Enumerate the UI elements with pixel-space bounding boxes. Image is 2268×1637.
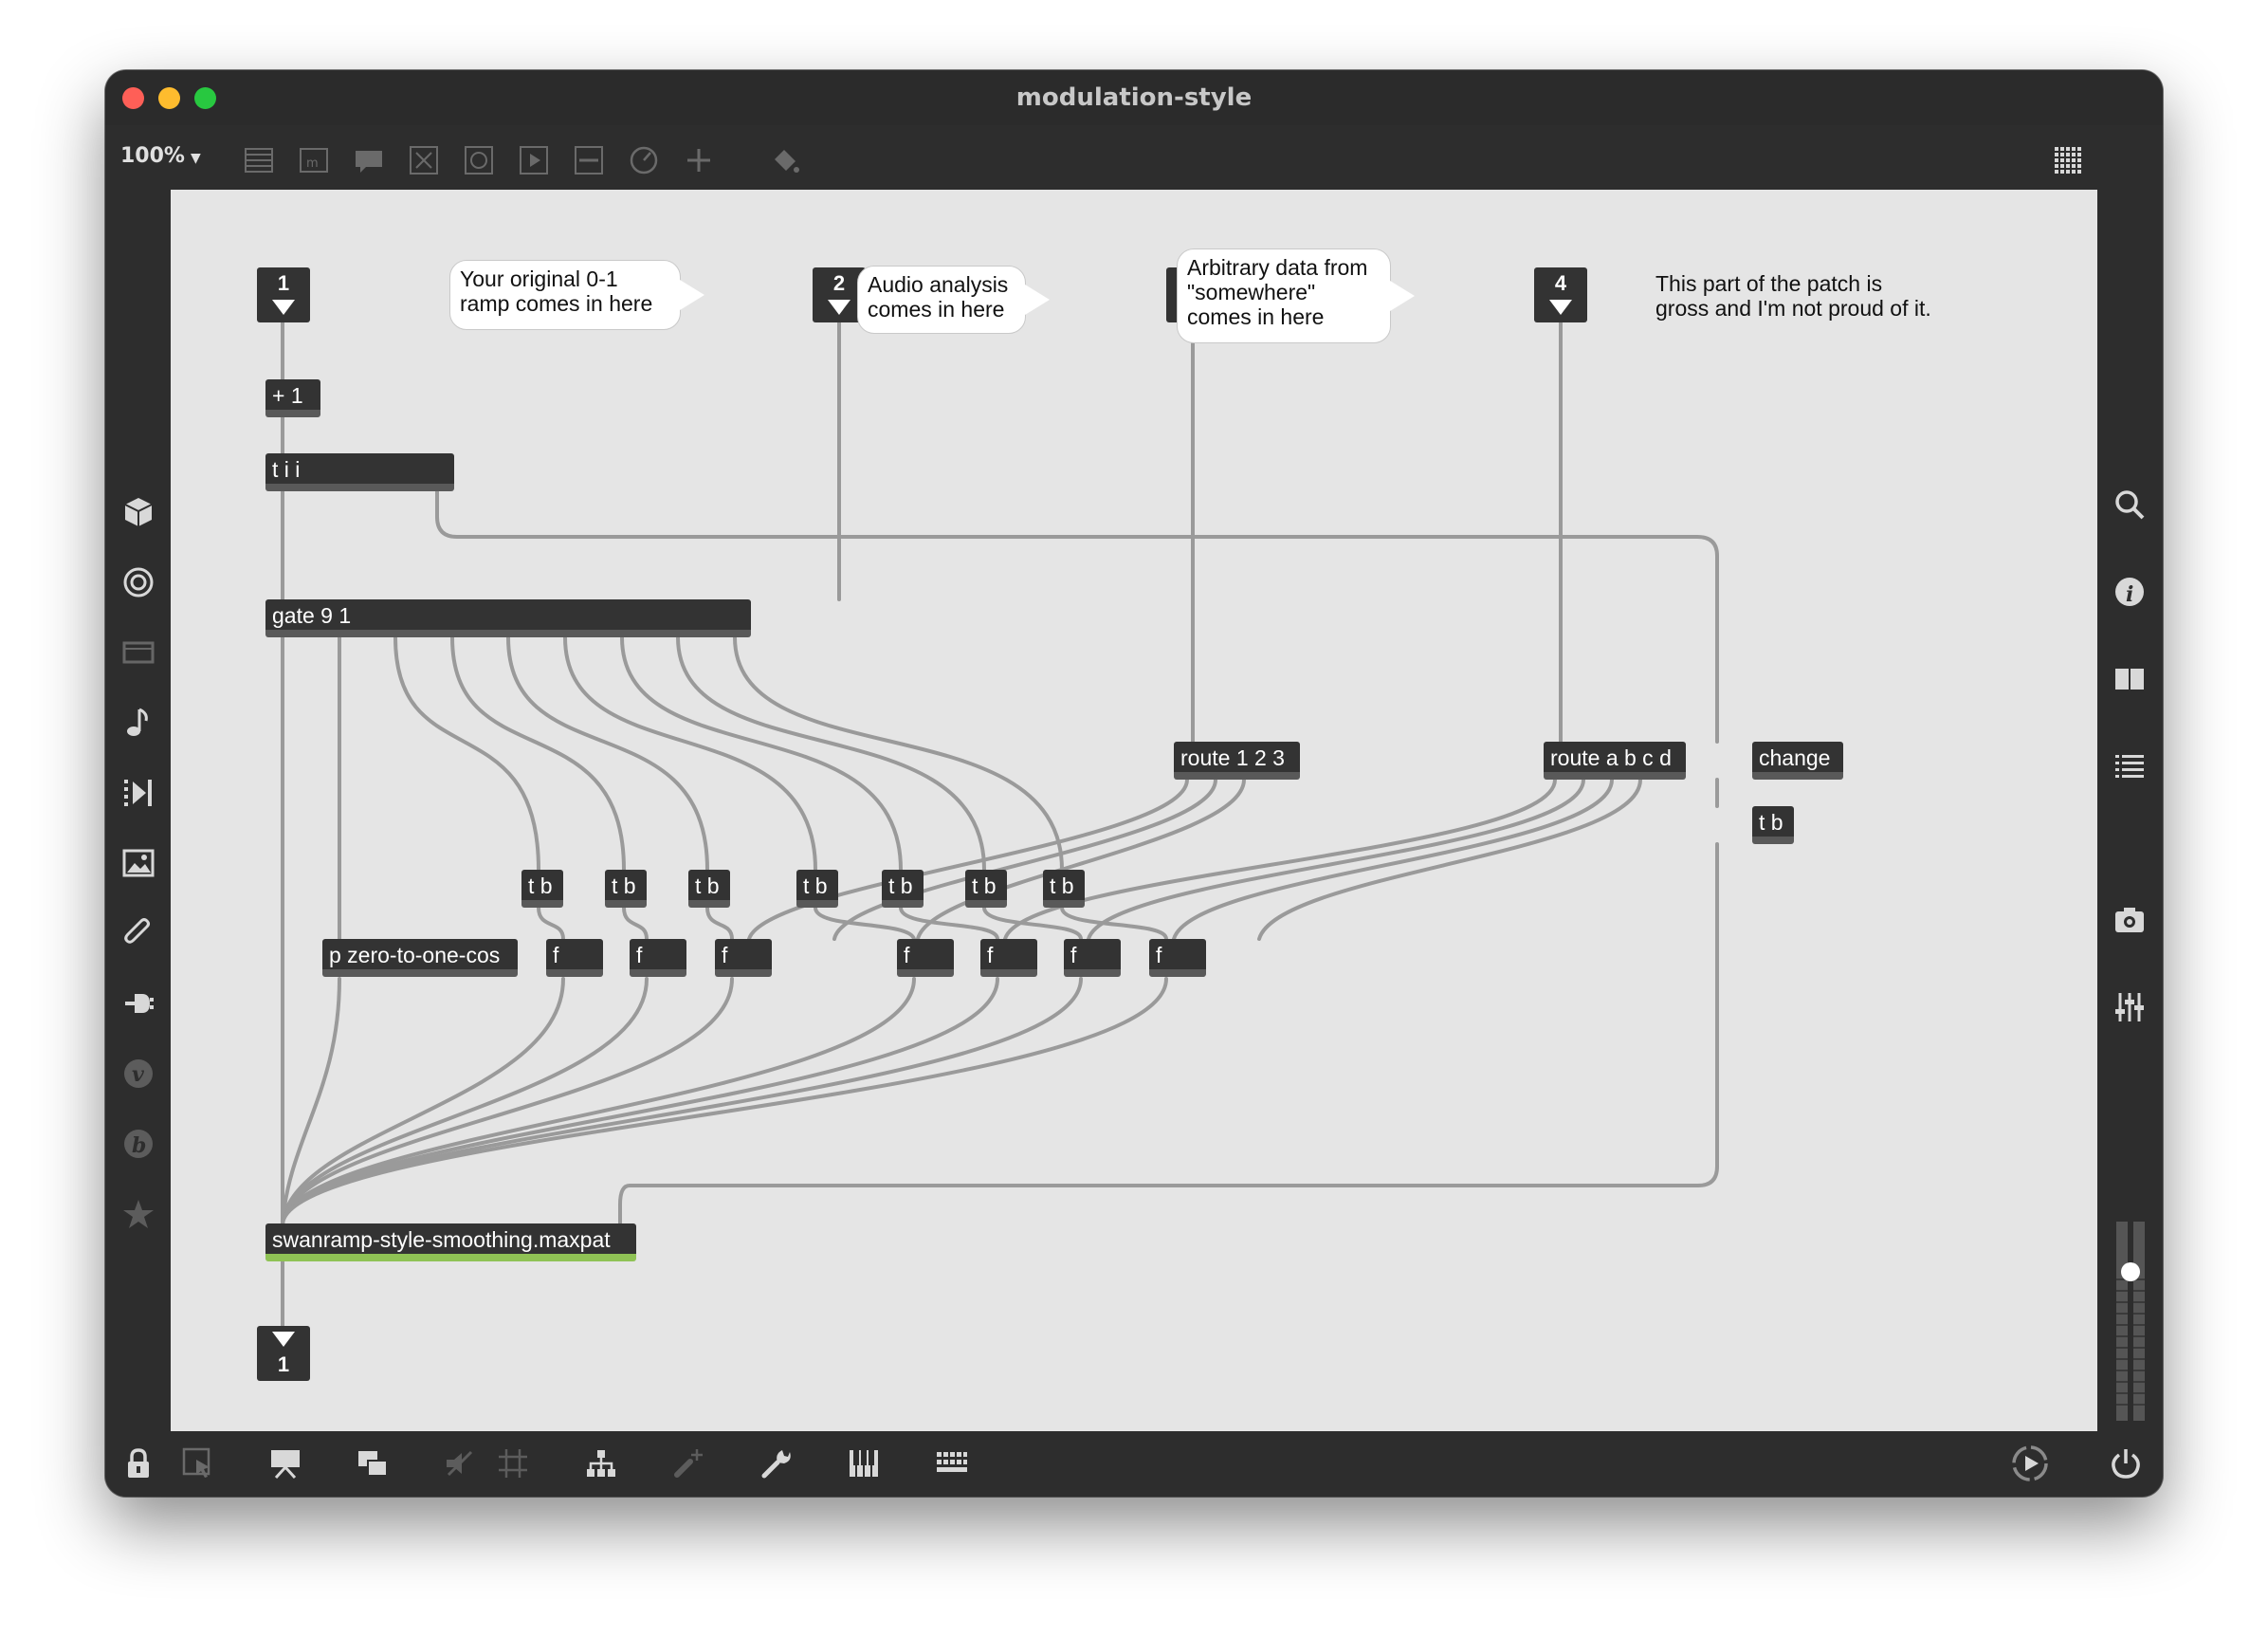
trigger-bang-object[interactable]: t b: [882, 870, 924, 908]
layers-icon[interactable]: [356, 1446, 390, 1481]
search-icon[interactable]: [2113, 487, 2147, 522]
change-object[interactable]: change: [1752, 742, 1843, 780]
button-icon[interactable]: [463, 144, 495, 176]
gate-object[interactable]: gate 9 1: [265, 599, 751, 637]
step-sequence-icon[interactable]: [121, 776, 155, 810]
target-icon[interactable]: [121, 565, 155, 599]
right-sidebar: i: [2097, 190, 2163, 1431]
trigger-bang-object[interactable]: t b: [965, 870, 1007, 908]
add-one-object[interactable]: + 1: [265, 379, 320, 417]
patcher-window: modulation-style 100% ▼ m v b i 1 2 4 1 …: [105, 70, 2163, 1497]
object-box-icon[interactable]: [243, 144, 275, 176]
image-icon[interactable]: [121, 846, 155, 880]
svg-text:m: m: [306, 156, 319, 171]
trigger-bang-object[interactable]: t b: [1043, 870, 1085, 908]
info-icon[interactable]: i: [2113, 575, 2147, 609]
trigger-bang-object[interactable]: t b: [521, 870, 563, 908]
float-object[interactable]: f: [715, 939, 772, 977]
outlet-arrow-icon: [272, 1332, 295, 1347]
slider-icon[interactable]: [573, 144, 605, 176]
v-icon[interactable]: v: [121, 1057, 155, 1091]
keyboard-icon[interactable]: [935, 1446, 969, 1481]
inlet-arrow-icon: [1549, 300, 1572, 315]
grid-view-icon[interactable]: [2053, 144, 2085, 176]
grid-icon[interactable]: [496, 1446, 530, 1481]
paperclip-icon[interactable]: [121, 916, 155, 950]
edit-pointer-icon[interactable]: [181, 1446, 215, 1481]
power-icon[interactable]: [2109, 1446, 2143, 1481]
tree-icon[interactable]: [584, 1446, 618, 1481]
inlet-arrow-icon: [272, 300, 295, 315]
b-icon[interactable]: b: [121, 1127, 155, 1161]
zero-to-one-cos-object[interactable]: p zero-to-one-cos: [322, 939, 518, 977]
chevron-down-icon: ▼: [190, 151, 201, 166]
svg-text:i: i: [2126, 582, 2133, 607]
play-circle-icon[interactable]: [2011, 1444, 2049, 1482]
zoom-menu[interactable]: 100% ▼: [120, 144, 201, 168]
route-123-object[interactable]: route 1 2 3: [1174, 742, 1300, 780]
outlet-1[interactable]: 1: [257, 1326, 310, 1381]
star-icon[interactable]: [121, 1197, 155, 1231]
plug-icon[interactable]: [121, 986, 155, 1021]
float-object[interactable]: f: [1064, 939, 1121, 977]
mixer-icon[interactable]: [2113, 990, 2147, 1024]
comment-note[interactable]: This part of the patch is gross and I'm …: [1655, 271, 1931, 321]
route-abcd-object[interactable]: route a b c d: [1544, 742, 1686, 780]
book-icon[interactable]: [2113, 662, 2147, 696]
hide-icon[interactable]: [443, 1446, 477, 1481]
dial-icon[interactable]: [628, 144, 660, 176]
swanramp-smoothing-object[interactable]: swanramp-style-smoothing.maxpat: [265, 1223, 636, 1261]
comment-bubble-3[interactable]: Arbitrary data from "somewhere" comes in…: [1177, 248, 1415, 343]
comment-bubble-1[interactable]: Your original 0-1 ramp comes in here: [449, 260, 704, 330]
presentation-icon[interactable]: [268, 1446, 302, 1481]
add-icon[interactable]: [683, 144, 715, 176]
wrench-icon[interactable]: [759, 1446, 794, 1481]
inlet-4[interactable]: 4: [1534, 267, 1587, 322]
music-note-icon[interactable]: [121, 706, 155, 740]
trigger-tii-object[interactable]: t i i: [265, 453, 454, 491]
window-title: modulation-style: [1015, 83, 1253, 112]
bang-play-icon[interactable]: [518, 144, 550, 176]
zoom-value: 100%: [120, 144, 185, 168]
add-link-icon[interactable]: [671, 1446, 705, 1481]
paint-bucket-icon[interactable]: [769, 144, 801, 176]
trigger-bang-object[interactable]: t b: [1752, 806, 1794, 844]
float-object[interactable]: f: [897, 939, 954, 977]
cube-icon[interactable]: [121, 495, 155, 529]
title-bar: modulation-style: [105, 70, 2163, 126]
comment-bubble-2[interactable]: Audio analysis comes in here: [857, 266, 1050, 334]
monitor-icon[interactable]: [121, 635, 155, 670]
list-icon[interactable]: [2113, 749, 2147, 783]
patch-canvas[interactable]: 1 2 3 4 1 Your original 0-1 ramp comes i…: [171, 190, 2097, 1431]
left-sidebar: v b: [105, 190, 171, 1431]
camera-icon[interactable]: [2113, 903, 2147, 937]
float-object[interactable]: f: [980, 939, 1037, 977]
float-object[interactable]: f: [546, 939, 603, 977]
inlet-1[interactable]: 1: [257, 267, 310, 322]
piano-icon[interactable]: [847, 1446, 881, 1481]
toolbar: 100% ▼ m: [105, 125, 2163, 195]
bottom-toolbar: [105, 1431, 2163, 1497]
trigger-bang-object[interactable]: t b: [796, 870, 838, 908]
volume-slider-icon[interactable]: [2114, 1222, 2147, 1421]
toggle-icon[interactable]: [408, 144, 440, 176]
trigger-bang-object[interactable]: t b: [605, 870, 647, 908]
comment-icon[interactable]: [353, 144, 385, 176]
trigger-bang-object[interactable]: t b: [688, 870, 730, 908]
float-object[interactable]: f: [1149, 939, 1206, 977]
svg-text:v: v: [132, 1062, 144, 1087]
message-icon[interactable]: m: [298, 144, 330, 176]
lock-icon[interactable]: [121, 1446, 155, 1481]
float-object[interactable]: f: [630, 939, 686, 977]
svg-text:b: b: [132, 1133, 146, 1158]
inlet-arrow-icon: [828, 300, 850, 315]
